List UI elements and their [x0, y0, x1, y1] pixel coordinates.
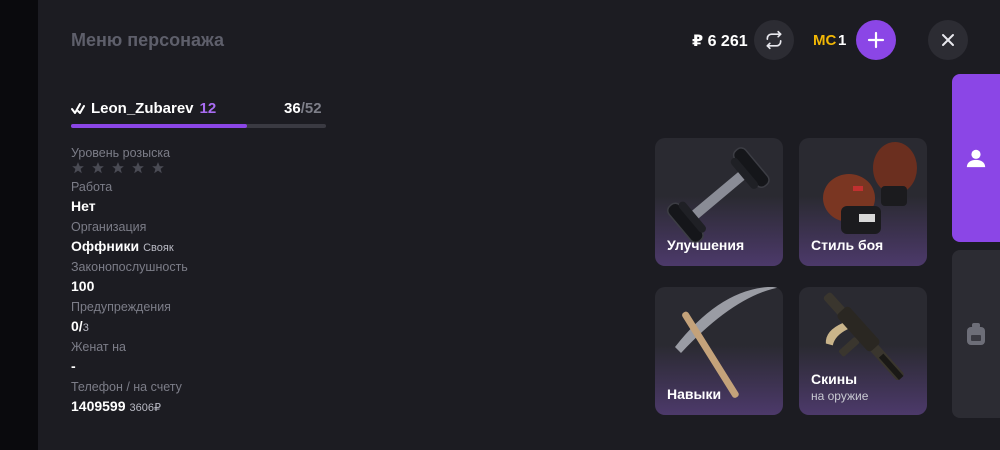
warnings-max: 3 — [82, 322, 89, 334]
refresh-icon — [766, 30, 782, 50]
backpack-icon — [967, 323, 985, 345]
tab-inventory[interactable] — [952, 250, 1000, 418]
card-skills[interactable]: Навыки — [655, 287, 783, 415]
xp-max: /52 — [300, 100, 322, 117]
balance-text: ₽ 6 261 — [692, 33, 748, 50]
profile-name-row: Leon_Zubarev 12 — [71, 100, 216, 117]
wanted-label: Уровень розыска — [71, 146, 171, 160]
star-icon — [152, 162, 164, 174]
star-icon — [112, 162, 124, 174]
page-title: Меню персонажа — [71, 30, 225, 50]
card-fight-style-title: Стиль боя — [811, 237, 884, 253]
org-value: Оффники — [71, 238, 140, 254]
left-edge — [0, 0, 38, 450]
mc-value: 1 — [838, 32, 847, 49]
phone-balance: 3606₽ — [129, 402, 161, 414]
plus-icon — [867, 31, 885, 49]
warnings-value: 0/ — [71, 318, 83, 334]
tab-profile[interactable] — [952, 74, 1000, 242]
add-currency-button[interactable] — [856, 20, 896, 60]
card-fight-style[interactable]: Стиль боя — [799, 138, 927, 266]
card-upgrades[interactable]: Улучшения — [655, 138, 783, 266]
xp-counter: 36/52 — [284, 100, 322, 117]
card-upgrades-title: Улучшения — [667, 237, 745, 253]
player-level: 12 — [199, 100, 217, 117]
phone-value-row: 1409599 3606₽ — [71, 398, 161, 414]
org-label: Организация — [71, 220, 147, 234]
card-skins-title: Скины — [811, 371, 858, 387]
job-label: Работа — [71, 180, 113, 194]
star-icon — [92, 162, 104, 174]
org-value-row: Оффники Свояк — [71, 238, 174, 254]
law-label: Законопослушность — [71, 260, 188, 274]
warnings-value-row: 0/3 — [71, 318, 89, 334]
law-value: 100 — [71, 278, 95, 294]
xp-progress-fill — [71, 124, 247, 128]
player-name: Leon_Zubarev — [91, 100, 194, 117]
married-label: Женат на — [71, 340, 126, 354]
card-skills-title: Навыки — [667, 386, 722, 402]
mc-label: MC — [813, 32, 837, 49]
xp-progress-bar — [71, 124, 326, 128]
star-icon — [132, 162, 144, 174]
phone-number: 1409599 — [71, 398, 126, 414]
card-skins-subtitle: на оружие — [811, 389, 869, 403]
wanted-stars — [71, 161, 165, 175]
org-rank: Свояк — [143, 242, 174, 254]
job-value: Нет — [71, 198, 96, 214]
star-icon — [72, 162, 84, 174]
card-skins[interactable]: Скины на оружие — [799, 287, 927, 415]
verified-badge-icon — [71, 102, 85, 114]
close-button[interactable] — [928, 20, 968, 60]
married-value: - — [71, 358, 76, 374]
xp-current: 36 — [284, 100, 301, 117]
warnings-label: Предупреждения — [71, 300, 171, 314]
user-icon — [966, 149, 986, 168]
refresh-button[interactable] — [754, 20, 794, 60]
close-icon — [942, 34, 954, 46]
character-menu: Меню персонажа ₽ 6 261 MC 1 Leon_Zubarev… — [0, 0, 1000, 450]
phone-label: Телефон / на счету — [71, 380, 182, 394]
